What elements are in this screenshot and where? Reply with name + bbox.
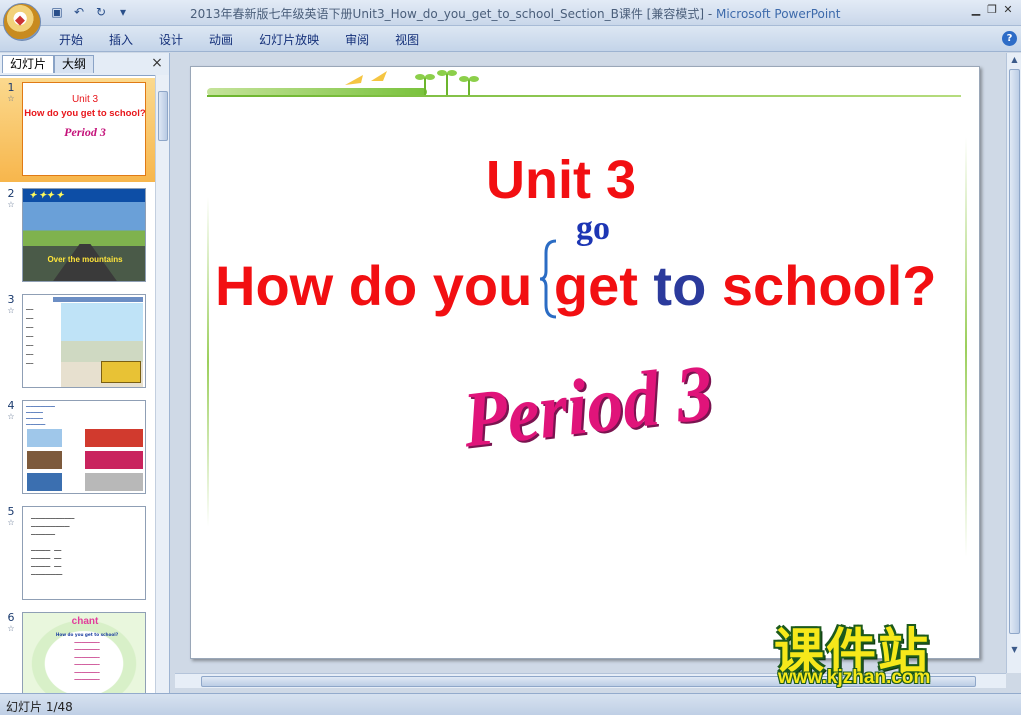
save-icon[interactable]: ▣ — [48, 4, 66, 20]
thumbnail-number: 1 ☆ — [7, 81, 15, 103]
scrollbar-thumb[interactable] — [158, 91, 168, 141]
site-watermark: 课件站 www.kjzhan.com — [770, 612, 1005, 692]
quick-access-toolbar: ▣ ↶ ↻ ▾ — [48, 4, 132, 22]
slide-indicator: 幻灯片 1/48 — [6, 700, 73, 714]
customize-toolbar-icon[interactable]: ▾ — [114, 4, 132, 20]
thumbnail-slide-1[interactable]: 1 ☆ Unit 3 How do you get to school? Peri… — [0, 78, 155, 182]
window-controls: ▁ ❐ ✕ — [969, 3, 1015, 17]
title-separator: - — [704, 7, 716, 21]
decorative-side-line — [207, 197, 209, 527]
scroll-up-icon[interactable]: ▲ — [1007, 53, 1021, 67]
slides-panel: 幻灯片 大纲 × 1 ☆ Unit 3 How do you get to sch… — [0, 53, 170, 693]
thumbnail-number: 3 ☆ — [7, 293, 15, 315]
decorative-side-line — [965, 137, 967, 557]
watermark-url: www.kjzhan.com — [778, 667, 931, 688]
tab-review[interactable]: 审阅 — [332, 31, 382, 49]
minimize-icon[interactable]: ▁ — [969, 3, 983, 17]
document-name: 2013年春新版七年级英语下册Unit3_How_do_you_get_to_s… — [190, 7, 705, 21]
thumbnail-number: 2 ☆ — [7, 187, 15, 209]
thumbnail-image[interactable]: chant How do you get to school? ━━━━━━━━━… — [22, 612, 146, 693]
question-end: school? — [706, 254, 937, 317]
thumbnail-number: 5 ☆ — [7, 505, 15, 527]
tab-design[interactable]: 设计 — [146, 31, 196, 49]
thumbnail-slide-6[interactable]: 6 ☆ chant How do you get to school? ━━━━━━… — [0, 608, 155, 693]
tab-animation[interactable]: 动画 — [196, 31, 246, 49]
sprout-decoration-icon — [345, 70, 479, 95]
help-icon[interactable]: ? — [1002, 31, 1017, 46]
slide-question[interactable]: How do you get to school? — [215, 253, 937, 318]
tab-home[interactable]: 开始 — [46, 31, 96, 49]
tab-insert[interactable]: 插入 — [96, 31, 146, 49]
tab-outline[interactable]: 大纲 — [54, 55, 95, 73]
editor-vertical-scrollbar[interactable]: ▲ ▼ — [1006, 53, 1021, 673]
title-bar: ◆ ▣ ↶ ↻ ▾ 2013年春新版七年级英语下册Unit3_How_do_yo… — [0, 0, 1021, 41]
restore-icon[interactable]: ❐ — [985, 3, 999, 17]
scrollbar-thumb[interactable] — [1009, 69, 1020, 634]
window-title: 2013年春新版七年级英语下册Unit3_How_do_you_get_to_s… — [190, 5, 840, 22]
thumb-caption: Over the mountains — [47, 255, 123, 264]
thumb-header-bar — [53, 297, 143, 302]
slide-unit-title[interactable]: Unit 3 — [191, 149, 931, 211]
undo-icon[interactable]: ↶ — [70, 4, 88, 20]
thumbnail-slide-2[interactable]: 2 ☆ ✦ ✦✦ ✦ Over the mountains — [0, 184, 155, 288]
thumbnail-image[interactable]: ━━━ ━━━ ━━━ ━━━ ━━━ ━━━ ━━━ — [22, 294, 146, 388]
thumbnail-slide-3[interactable]: 3 ☆ ━━━ ━━━ ━━━ ━━━ ━━━ ━━━ ━━━ — [0, 290, 155, 394]
app-name: Microsoft PowerPoint — [715, 7, 841, 21]
redo-icon[interactable]: ↻ — [92, 4, 110, 20]
thumb-bus-image — [101, 361, 141, 383]
thumbnail-image[interactable]: ━━━━━━━━━━━━━━━━━━ ━━━━━━━━━━━━━━━━ ━━━━━━… — [22, 506, 146, 600]
thumb-title: ✦ ✦✦ ✦ — [29, 190, 64, 200]
close-icon[interactable]: ✕ — [1001, 3, 1015, 17]
thumb-text-lines: ━━━━━━━━━━━━━━━━━━ ━━━━━━━━━━━━━━━━ ━━━━━━… — [31, 516, 75, 577]
decorative-line — [207, 95, 961, 97]
slide-alt-word[interactable]: go — [576, 210, 610, 248]
office-button[interactable]: ◆ — [3, 3, 41, 41]
question-get: get — [553, 254, 638, 317]
question-part: How do you — [215, 254, 548, 317]
thumb-text-lines: ━━━━━━━━━━━━ ━━━━━━━ ━━━━━━━ ━━━━━━━━ — [26, 404, 55, 427]
thumbnail-list: 1 ☆ Unit 3 How do you get to school? Peri… — [0, 75, 155, 693]
slide-period-title[interactable]: Period 3 — [459, 347, 716, 467]
thumbnail-number: 6 ☆ — [7, 611, 15, 633]
thumbnail-image[interactable]: ✦ ✦✦ ✦ Over the mountains — [22, 188, 146, 282]
thumbnail-image[interactable]: ━━━━━━━━━━━━ ━━━━━━━ ━━━━━━━ ━━━━━━━━ — [22, 400, 146, 494]
thumbnail-image[interactable]: Unit 3 How do you get to school? Period … — [22, 82, 146, 176]
ribbon: 开始 插入 设计 动画 幻灯片放映 审阅 视图 ? — [0, 26, 1021, 52]
panel-tabs: 幻灯片 大纲 — [2, 55, 95, 73]
thumb-question-text: How do you get to school? — [24, 108, 146, 119]
thumb-unit-text: Unit 3 — [71, 94, 99, 105]
thumb-vehicles-row — [27, 429, 143, 447]
slide-canvas[interactable]: Unit 3 go How do you get to school? Peri… — [190, 66, 980, 659]
thumbnail-scrollbar[interactable] — [155, 75, 169, 693]
status-bar: 幻灯片 1/48 — [0, 693, 1021, 715]
thumbnail-number: 4 ☆ — [7, 399, 15, 421]
thumb-title: chant — [71, 616, 99, 627]
ribbon-tabs: 开始 插入 设计 动画 幻灯片放映 审阅 视图 — [46, 31, 432, 49]
thumb-chant-lines: How do you get to school? ━━━━━━━━━━ ━━━━━… — [55, 632, 119, 682]
tab-view[interactable]: 视图 — [382, 31, 432, 49]
question-to: to — [653, 254, 707, 317]
thumb-period-text: Period 3 — [64, 125, 106, 139]
thumbnail-slide-5[interactable]: 5 ☆ ━━━━━━━━━━━━━━━━━━ ━━━━━━━━━━━━━━━━ ━━━… — [0, 502, 155, 606]
thumb-vehicles-row — [27, 451, 143, 469]
tab-slides[interactable]: 幻灯片 — [2, 55, 55, 73]
tab-slideshow[interactable]: 幻灯片放映 — [246, 31, 332, 49]
thumb-list: ━━━ ━━━ ━━━ ━━━ ━━━ ━━━ ━━━ — [26, 307, 34, 366]
thumbnail-slide-4[interactable]: 4 ☆ ━━━━━━━━━━━━ ━━━━━━━ ━━━━━━━ ━━━━━━━━ — [0, 396, 155, 500]
scroll-down-icon[interactable]: ▼ — [1007, 643, 1021, 657]
thumb-vehicles-row — [27, 473, 143, 491]
panel-close-icon[interactable]: × — [150, 55, 164, 71]
office-logo-icon: ◆ — [15, 13, 25, 28]
